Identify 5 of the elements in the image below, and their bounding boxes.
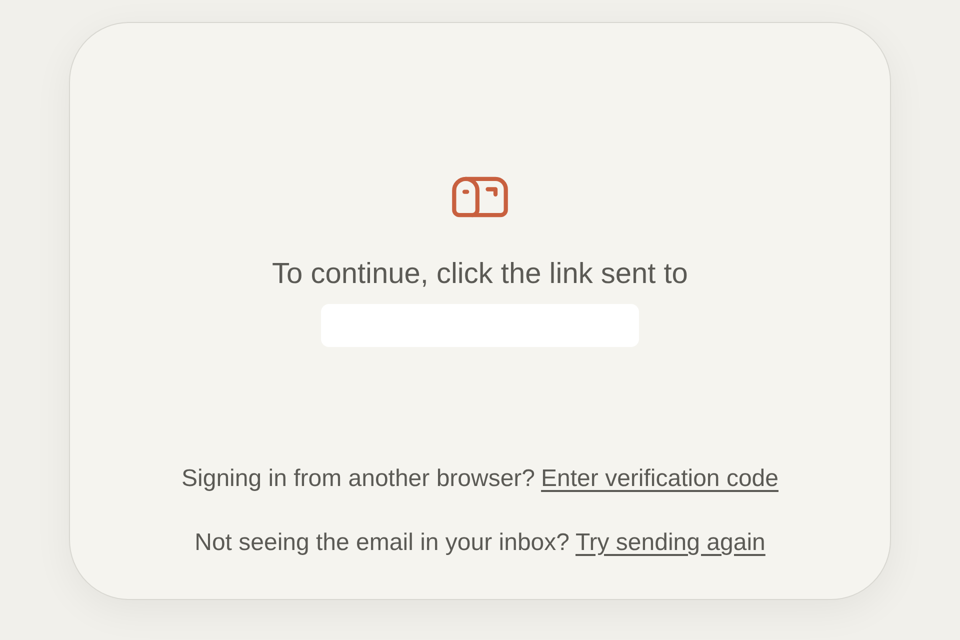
help-text: Signing in from another browser?	[182, 464, 536, 494]
help-link[interactable]: Enter verification code	[541, 463, 778, 495]
heading: To continue, click the link sent to	[272, 257, 688, 292]
help-link[interactable]: Try sending again	[576, 527, 766, 559]
help-text: Not seeing the email in your inbox?	[194, 528, 570, 558]
